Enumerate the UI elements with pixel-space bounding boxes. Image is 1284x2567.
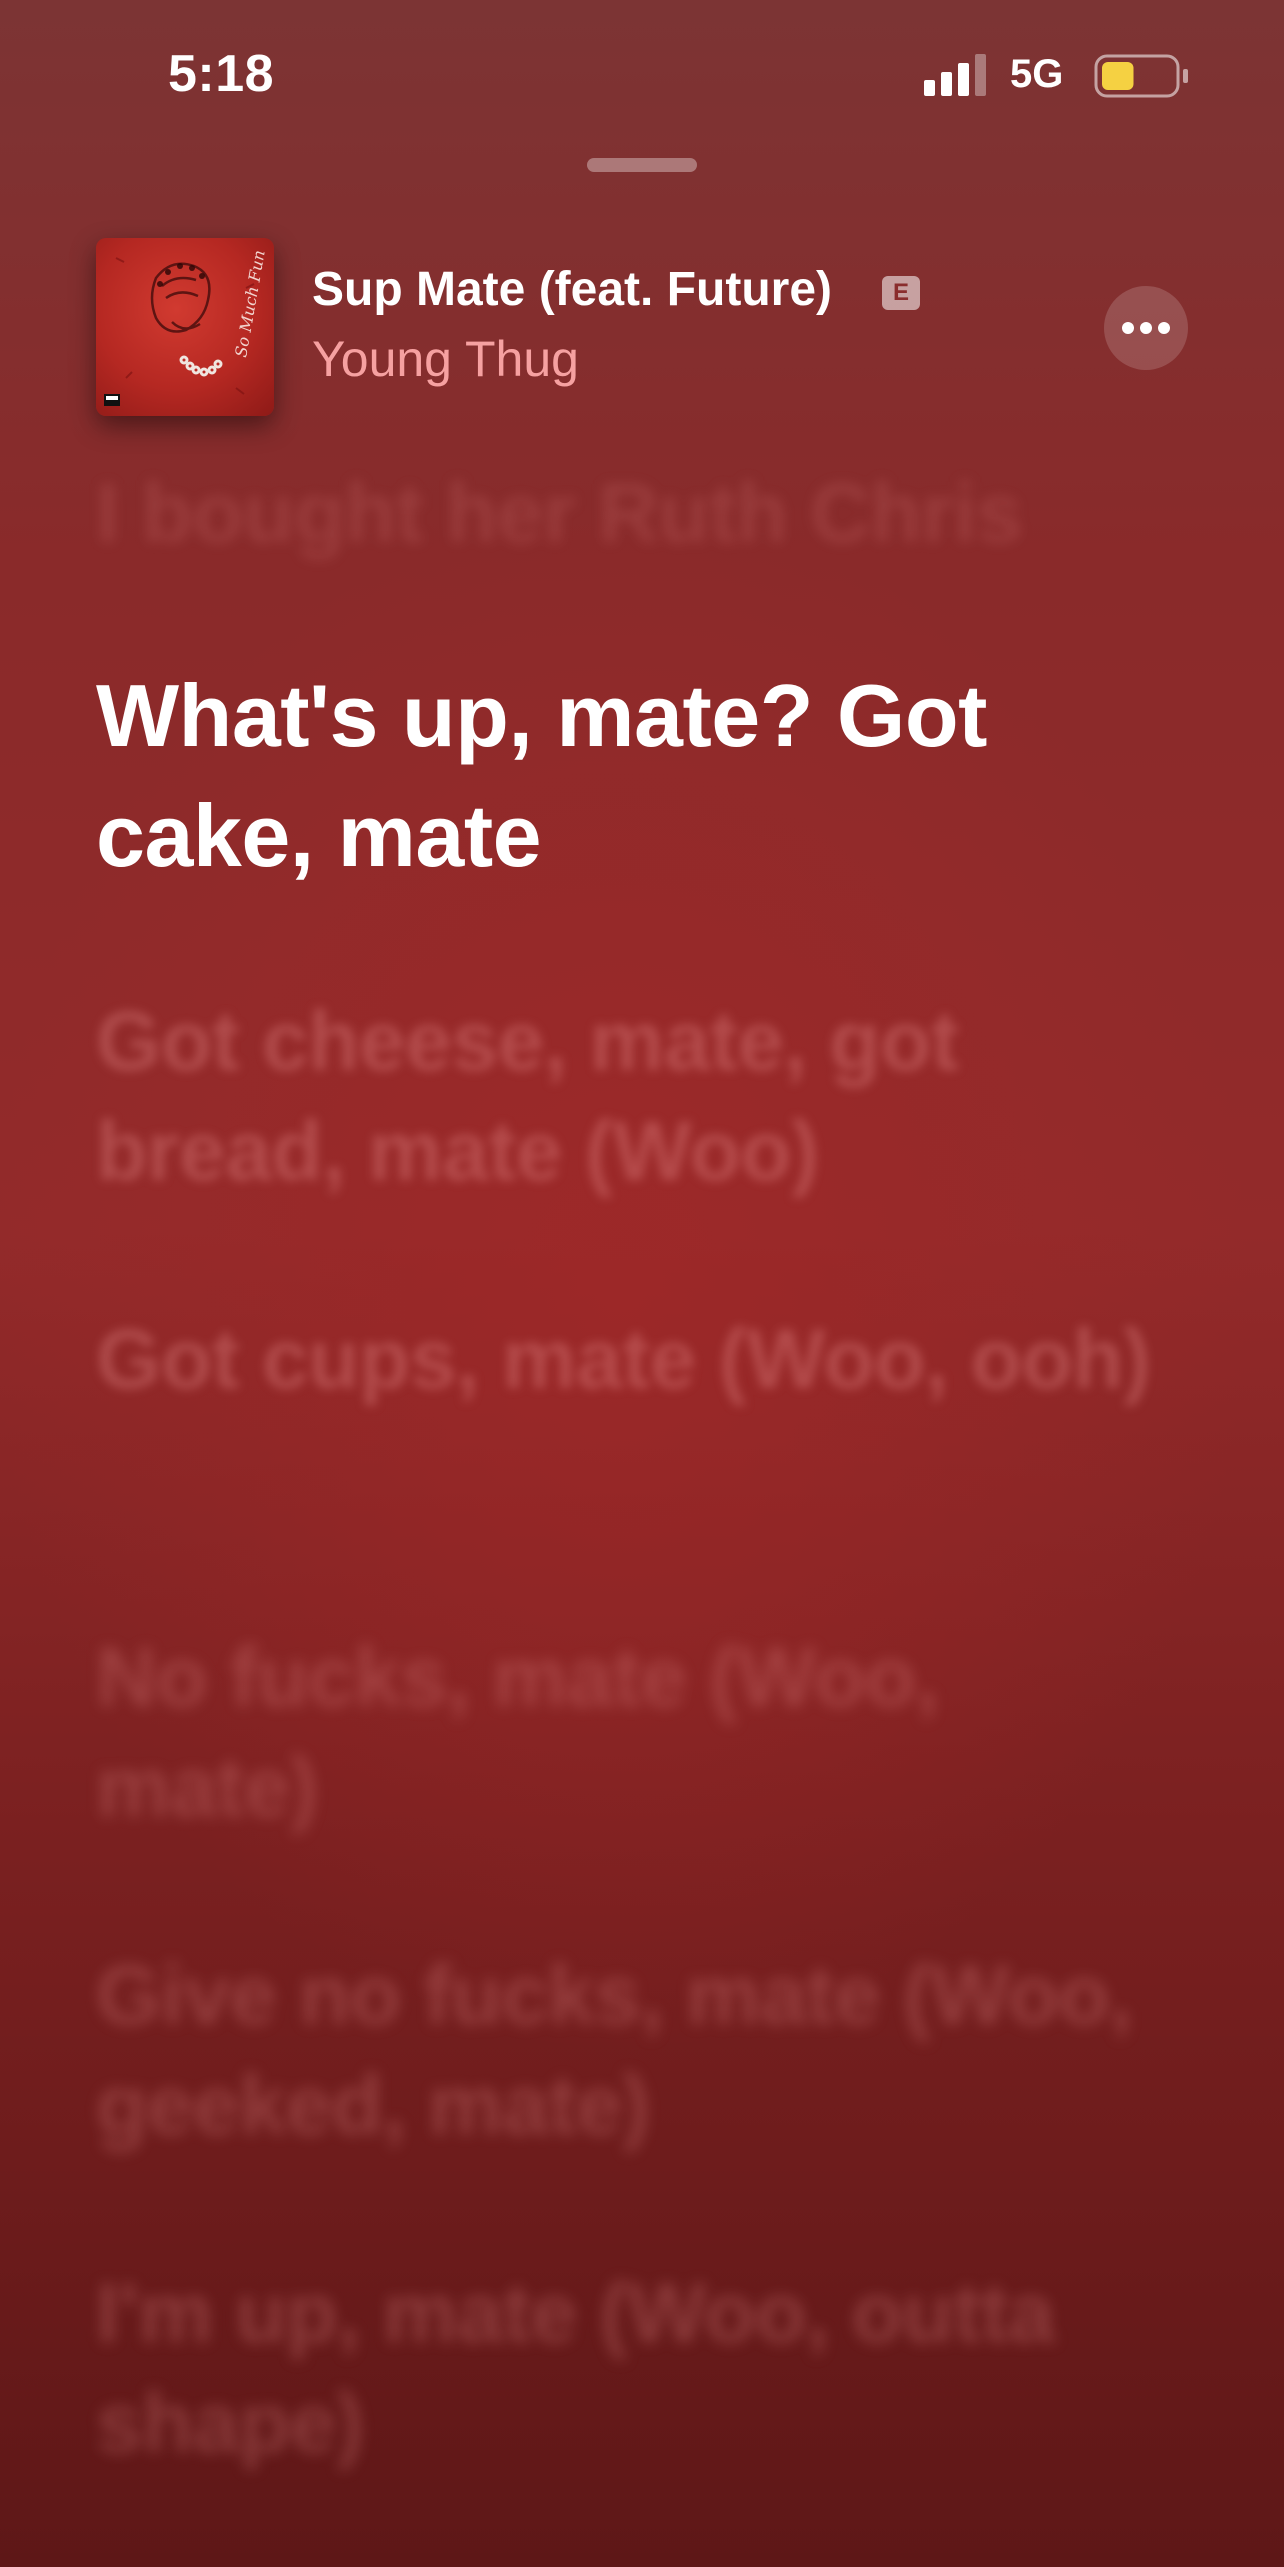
cellular-signal-icon bbox=[924, 54, 986, 96]
lyric-line-current[interactable]: What's up, mate? Got cake, mate bbox=[96, 656, 1156, 896]
battery-icon bbox=[1094, 54, 1188, 98]
ellipsis-icon bbox=[1122, 322, 1170, 334]
status-time: 5:18 bbox=[168, 45, 275, 103]
network-type: 5G bbox=[1010, 52, 1064, 96]
lyric-line-previous[interactable]: I bought her Ruth Chris bbox=[96, 458, 1156, 568]
lyric-line[interactable]: Got cheese, mate, got bread, mate (Woo) bbox=[96, 986, 1156, 1206]
lyric-line[interactable]: Give no fucks, mate (Woo, geeked, mate) bbox=[96, 1940, 1156, 2160]
lyric-line[interactable]: Got cups, mate (Woo, ooh) bbox=[96, 1304, 1156, 1414]
album-artwork-icon[interactable]: So Much Fun bbox=[96, 238, 274, 416]
lyric-line[interactable]: No fucks, mate (Woo, mate) bbox=[96, 1622, 1156, 1842]
song-title: Sup Mate (feat. Future) bbox=[312, 263, 833, 316]
artist-name[interactable]: Young Thug bbox=[312, 330, 579, 388]
sheet-grabber[interactable] bbox=[587, 158, 697, 172]
lyrics-screen: 5:18 5G So Much Fun Sup Mate (feat. Futu… bbox=[0, 0, 1284, 2567]
more-options-button[interactable] bbox=[1104, 286, 1188, 370]
explicit-badge: E bbox=[882, 276, 920, 310]
lyric-line[interactable]: I'm up, mate (Woo, outta shape) bbox=[96, 2258, 1156, 2478]
svg-text:So Much Fun: So Much Fun bbox=[231, 249, 269, 359]
